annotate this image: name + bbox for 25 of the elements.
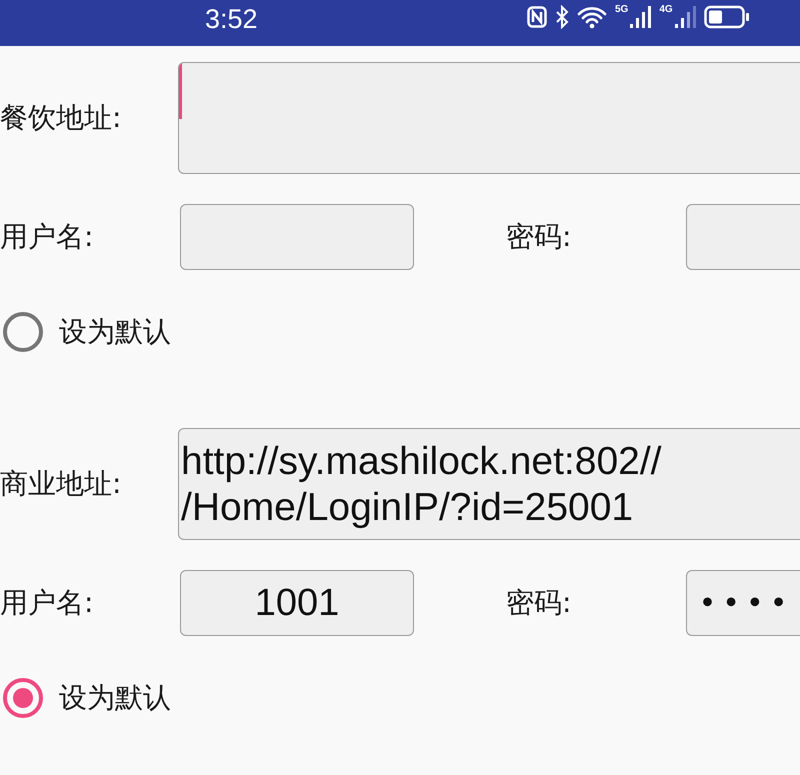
wifi-icon (577, 5, 607, 29)
battery-icon (704, 5, 750, 29)
password-label: 密码: (506, 589, 572, 617)
password-field[interactable] (686, 204, 800, 270)
username-field[interactable]: 1001 (180, 570, 414, 636)
signal-icon (629, 5, 652, 29)
username-label: 用户名: (0, 223, 94, 251)
username-field[interactable] (180, 204, 414, 270)
network-label: 5G (615, 5, 628, 15)
radio-button[interactable] (3, 678, 43, 718)
password-label: 密码: (506, 223, 572, 251)
signal-icon (674, 5, 696, 29)
address-label: 餐饮地址: (0, 104, 122, 132)
nfc-icon (527, 6, 547, 28)
username-label: 用户名: (0, 589, 94, 617)
network-label: 4G (659, 5, 673, 15)
address-field[interactable] (178, 62, 800, 174)
radio-label: 设为默认 (59, 318, 171, 346)
bluetooth-icon (555, 5, 569, 29)
password-field[interactable]: •••• (686, 570, 800, 636)
address-label: 商业地址: (0, 470, 122, 498)
clock-time: 3:52 (205, 4, 258, 35)
radio-label: 设为默认 (59, 684, 171, 712)
radio-button[interactable] (3, 312, 43, 352)
address-field[interactable]: http://sy.mashilock.net:802// /Home/LoginIP/?id=25001 (178, 428, 800, 540)
